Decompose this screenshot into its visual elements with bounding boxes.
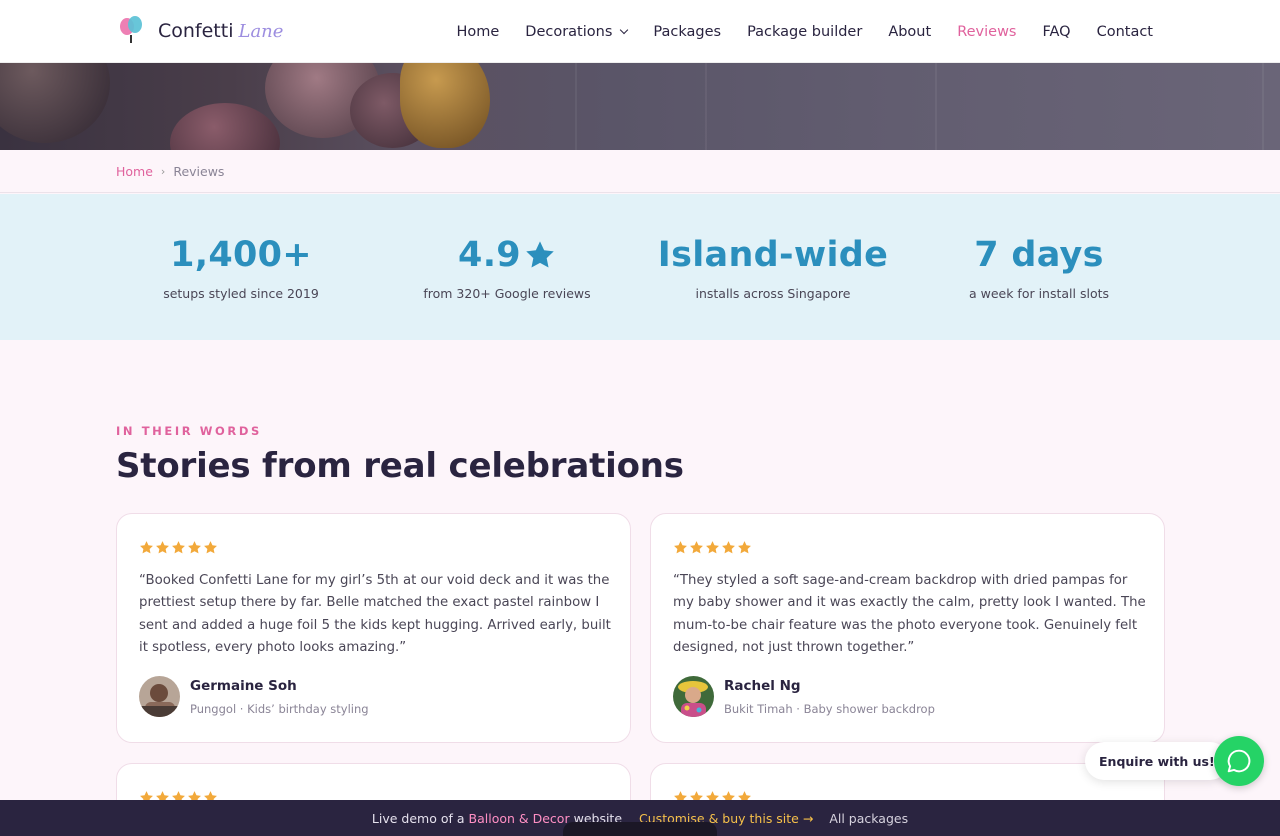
star-icon [140, 541, 153, 554]
avatar [139, 676, 180, 717]
star-icon [156, 541, 169, 554]
stat-value: Island-wide [657, 235, 889, 275]
brand-name: Confetti [158, 20, 234, 42]
star-icon [526, 241, 554, 268]
review-card: “Booked Confetti Lane for my girl’s 5th … [116, 513, 631, 743]
star-icon [690, 541, 703, 554]
star-rating [139, 540, 219, 555]
stat-value: 7 days [974, 235, 1104, 275]
star-icon [204, 541, 217, 554]
stat-availability: 7 days a week for install slots [904, 234, 1174, 301]
nav-packages[interactable]: Packages [653, 24, 721, 40]
chevron-down-icon [620, 25, 629, 34]
star-icon [674, 541, 687, 554]
whatsapp-icon [1227, 749, 1251, 773]
review-quote: “They styled a soft sage-and-cream backd… [673, 573, 1146, 656]
hero-banner-image [0, 63, 1280, 150]
review-card: “They styled a soft sage-and-cream backd… [650, 513, 1165, 743]
balloon-logo-icon [120, 16, 144, 46]
reviewer-name: Germaine Soh [190, 678, 297, 694]
stat-value: 1,400+ [170, 235, 312, 275]
brand-logo-link[interactable]: Confetti Lane [120, 16, 283, 46]
star-icon [172, 541, 185, 554]
nav-decorations[interactable]: Decorations [525, 24, 629, 40]
nav-about[interactable]: About [888, 24, 931, 40]
nav-package-builder[interactable]: Package builder [747, 24, 862, 40]
demo-highlight: Balloon & Decor [468, 810, 570, 826]
breadcrumb-home-link[interactable]: Home [116, 164, 153, 179]
breadcrumb: Home › Reviews [0, 150, 1280, 193]
reviewer-meta: Bukit Timah · Baby shower backdrop [724, 702, 935, 716]
reviewer-name: Rachel Ng [724, 678, 801, 694]
stat-value: 4.9 [458, 235, 521, 275]
main-menu: Home Decorations Packages Package builde… [430, 0, 1153, 63]
stat-rating: 4.9 from 320+ Google reviews [372, 234, 642, 301]
whatsapp-chat-button[interactable] [1214, 736, 1264, 786]
breadcrumb-separator: › [160, 164, 166, 178]
star-icon [738, 541, 751, 554]
nav-home[interactable]: Home [456, 24, 499, 40]
all-packages-link[interactable]: All packages [829, 811, 908, 826]
top-navbar: Confetti Lane Home Decorations Packages … [0, 0, 1280, 63]
nav-contact[interactable]: Contact [1097, 24, 1153, 40]
stats-band: 1,400+ setups styled since 2019 4.9 from… [0, 194, 1280, 340]
stat-label: installs across Singapore [695, 286, 851, 301]
star-icon [722, 541, 735, 554]
reviewer-meta: Punggol · Kids’ birthday styling [190, 702, 369, 716]
stat-coverage: Island-wide installs across Singapore [638, 234, 908, 301]
stat-label: setups styled since 2019 [163, 286, 319, 301]
brand-accent: Lane [238, 20, 284, 42]
section-eyebrow: IN THEIR WORDS [116, 424, 262, 438]
review-quote: “Booked Confetti Lane for my girl’s 5th … [139, 573, 611, 656]
enquire-button[interactable]: Enquire with us! [1085, 742, 1229, 780]
breadcrumb-current: Reviews [173, 163, 225, 179]
star-icon [188, 541, 201, 554]
star-rating [673, 540, 753, 555]
nav-reviews[interactable]: Reviews [957, 24, 1016, 40]
star-icon [706, 541, 719, 554]
stat-label: a week for install slots [968, 286, 1110, 301]
nav-faq[interactable]: FAQ [1042, 24, 1070, 40]
demo-prefix: Live demo of a [371, 810, 465, 826]
demo-toolbar[interactable] [563, 822, 717, 836]
stat-label: from 320+ Google reviews [423, 286, 591, 301]
section-title: Stories from real celebrations [116, 446, 684, 486]
avatar [673, 676, 714, 717]
stat-setups: 1,400+ setups styled since 2019 [106, 234, 376, 301]
